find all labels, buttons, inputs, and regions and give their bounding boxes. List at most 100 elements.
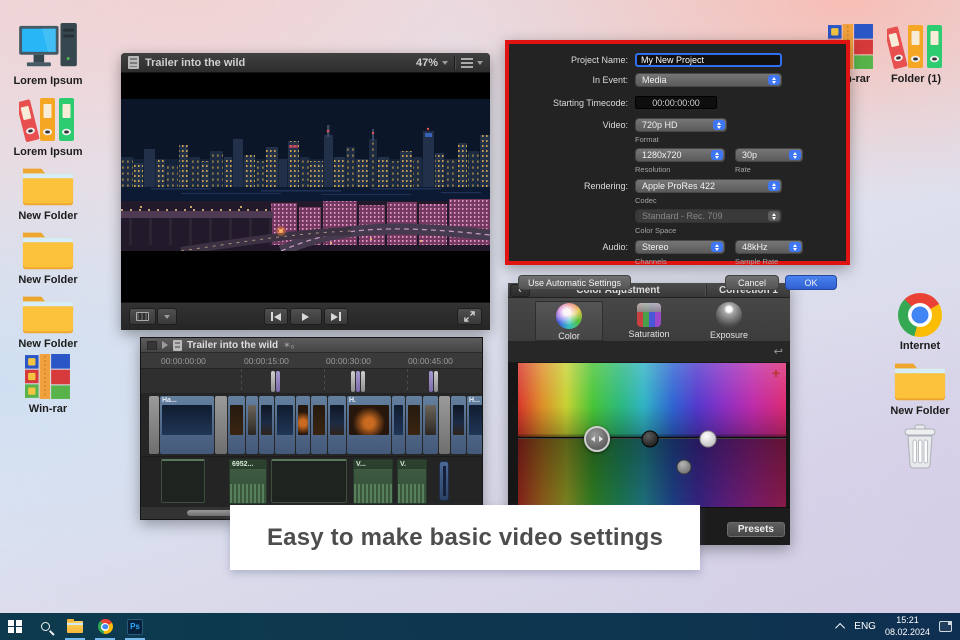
in-event-select[interactable]: Media	[635, 73, 782, 87]
timeline-marker-lane[interactable]	[141, 369, 482, 394]
clip-thumbnail	[277, 405, 293, 435]
clip-thumbnail	[162, 405, 212, 435]
timeline-corner-widget[interactable]	[147, 340, 157, 350]
tab-saturation[interactable]: Saturation	[615, 301, 683, 341]
video-clip[interactable]	[259, 396, 274, 454]
play-button[interactable]	[289, 308, 322, 325]
desktop-icon-binders[interactable]: Lorem Ipsum	[4, 93, 92, 158]
chevron-down-icon	[477, 60, 483, 65]
project-name-input[interactable]	[635, 53, 782, 67]
starting-timecode-field[interactable]: 00:00:00:00	[635, 96, 717, 109]
go-to-start-button[interactable]	[263, 308, 288, 325]
ruler-tick: 00:00:30:00	[326, 356, 371, 366]
video-clip[interactable]	[423, 396, 438, 454]
desktop-icon-internet[interactable]: Internet	[876, 287, 960, 352]
video-format-select[interactable]: 720p HD	[635, 118, 727, 132]
gap-clip[interactable]	[149, 396, 159, 454]
timeline-marker[interactable]	[429, 371, 433, 392]
go-to-end-button[interactable]	[323, 308, 348, 325]
rate-select[interactable]: 30p	[735, 148, 803, 162]
tab-exposure[interactable]: Exposure	[695, 301, 763, 341]
tray-chevron-icon[interactable]	[835, 622, 846, 633]
gap-clip[interactable]	[215, 396, 227, 454]
video-clip[interactable]	[392, 396, 405, 454]
taskbar-file-explorer[interactable]	[60, 613, 90, 640]
video-clip[interactable]	[406, 396, 422, 454]
video-clip[interactable]	[275, 396, 295, 454]
language-indicator[interactable]: ENG	[854, 621, 876, 632]
color-board[interactable]: +	[518, 363, 786, 507]
tab-color[interactable]: Color	[535, 301, 603, 341]
viewer-display-options-caret[interactable]	[157, 308, 177, 325]
cancel-button[interactable]: Cancel	[725, 275, 779, 290]
taskbar-photoshop[interactable]: Ps	[120, 613, 150, 640]
system-tray: ENG 15:21 08.02.2024	[835, 615, 960, 638]
stepper-icon	[768, 75, 780, 85]
timeline-marker[interactable]	[356, 371, 360, 392]
viewer-display-options-button[interactable]	[129, 308, 156, 325]
desktop-icon-label: Lorem Ipsum	[13, 75, 83, 87]
search-button[interactable]	[30, 613, 60, 640]
midtones-color-puck[interactable]	[676, 459, 692, 475]
timeline-marker[interactable]	[351, 371, 355, 392]
timeline-ruler[interactable]: 00:00:00:00 00:00:15:00 00:00:30:00 00:0…	[141, 353, 482, 369]
audio-label: Audio:	[602, 242, 628, 252]
video-track[interactable]: Ha... H. H...	[141, 394, 482, 456]
chevron-down-icon	[164, 314, 170, 319]
add-correction-icon[interactable]: +	[772, 365, 780, 381]
stepper-icon	[789, 242, 801, 252]
binders-icon	[872, 20, 960, 70]
use-automatic-settings-button[interactable]: Use Automatic Settings	[518, 275, 632, 290]
timeline-marker[interactable]	[271, 371, 275, 392]
video-clip[interactable]: H...	[467, 396, 482, 454]
video-clip[interactable]: Ha...	[160, 396, 214, 454]
video-clip[interactable]	[296, 396, 310, 454]
video-clip[interactable]	[228, 396, 245, 454]
presets-button[interactable]: Presets	[726, 522, 785, 537]
desktop-icon-folder-2[interactable]: New Folder	[4, 221, 92, 286]
codec-select[interactable]: Apple ProRes 422	[635, 179, 782, 193]
clip-thumbnail	[408, 405, 420, 435]
highlights-color-puck[interactable]	[699, 430, 717, 448]
resolution-select[interactable]: 1280x720	[635, 148, 725, 162]
video-clip[interactable]	[451, 396, 466, 454]
taskbar-chrome[interactable]	[90, 613, 120, 640]
video-clip[interactable]	[311, 396, 327, 454]
view-options-button[interactable]	[461, 57, 483, 68]
timeline-marker[interactable]	[434, 371, 438, 392]
desktop-icon-folder-right[interactable]: New Folder	[876, 352, 960, 417]
video-clip[interactable]	[246, 396, 258, 454]
desktop-icon-folder-1[interactable]: New Folder	[4, 157, 92, 222]
waveform	[354, 483, 392, 503]
timeline-marker[interactable]	[276, 371, 280, 392]
show-desktop-icon[interactable]	[939, 621, 952, 632]
gap-clip[interactable]	[439, 396, 450, 454]
stepper-icon	[711, 242, 723, 252]
desktop-icon-folder-binders[interactable]: Folder (1)	[872, 20, 960, 85]
sample-rate-select[interactable]: 48kHz	[735, 240, 803, 254]
audio-clip[interactable]: V.	[397, 459, 427, 504]
ruler-tick: 00:00:00:00	[161, 356, 206, 366]
connected-clip[interactable]	[439, 461, 449, 501]
start-button[interactable]	[0, 613, 30, 640]
shadows-color-puck[interactable]	[641, 430, 659, 448]
desktop-icon-recycle-bin[interactable]	[876, 420, 960, 473]
master-color-puck[interactable]	[584, 426, 610, 452]
audio-track[interactable]: 6952... V... V.	[141, 456, 482, 506]
timeline-marker[interactable]	[361, 371, 365, 392]
clock[interactable]: 15:21 08.02.2024	[885, 615, 930, 638]
desktop-icon-folder-3[interactable]: New Folder	[4, 285, 92, 350]
stepper-icon	[713, 120, 725, 130]
zoom-level-select[interactable]: 47%	[416, 57, 448, 69]
rate-caption: Rate	[735, 165, 751, 174]
ok-button[interactable]: OK	[785, 275, 837, 290]
video-clip[interactable]: H.	[347, 396, 391, 454]
desktop-icon-winrar[interactable]: Win-rar	[4, 350, 92, 415]
video-clip[interactable]	[328, 396, 346, 454]
audio-clip[interactable]: V...	[353, 459, 393, 504]
desktop-icon-computer[interactable]: Lorem Ipsum	[4, 22, 92, 87]
reset-icon[interactable]: ↩	[774, 345, 783, 358]
fullscreen-button[interactable]	[457, 308, 482, 325]
channels-select[interactable]: Stereo	[635, 240, 725, 254]
audio-clip[interactable]: 6952...	[229, 459, 267, 504]
